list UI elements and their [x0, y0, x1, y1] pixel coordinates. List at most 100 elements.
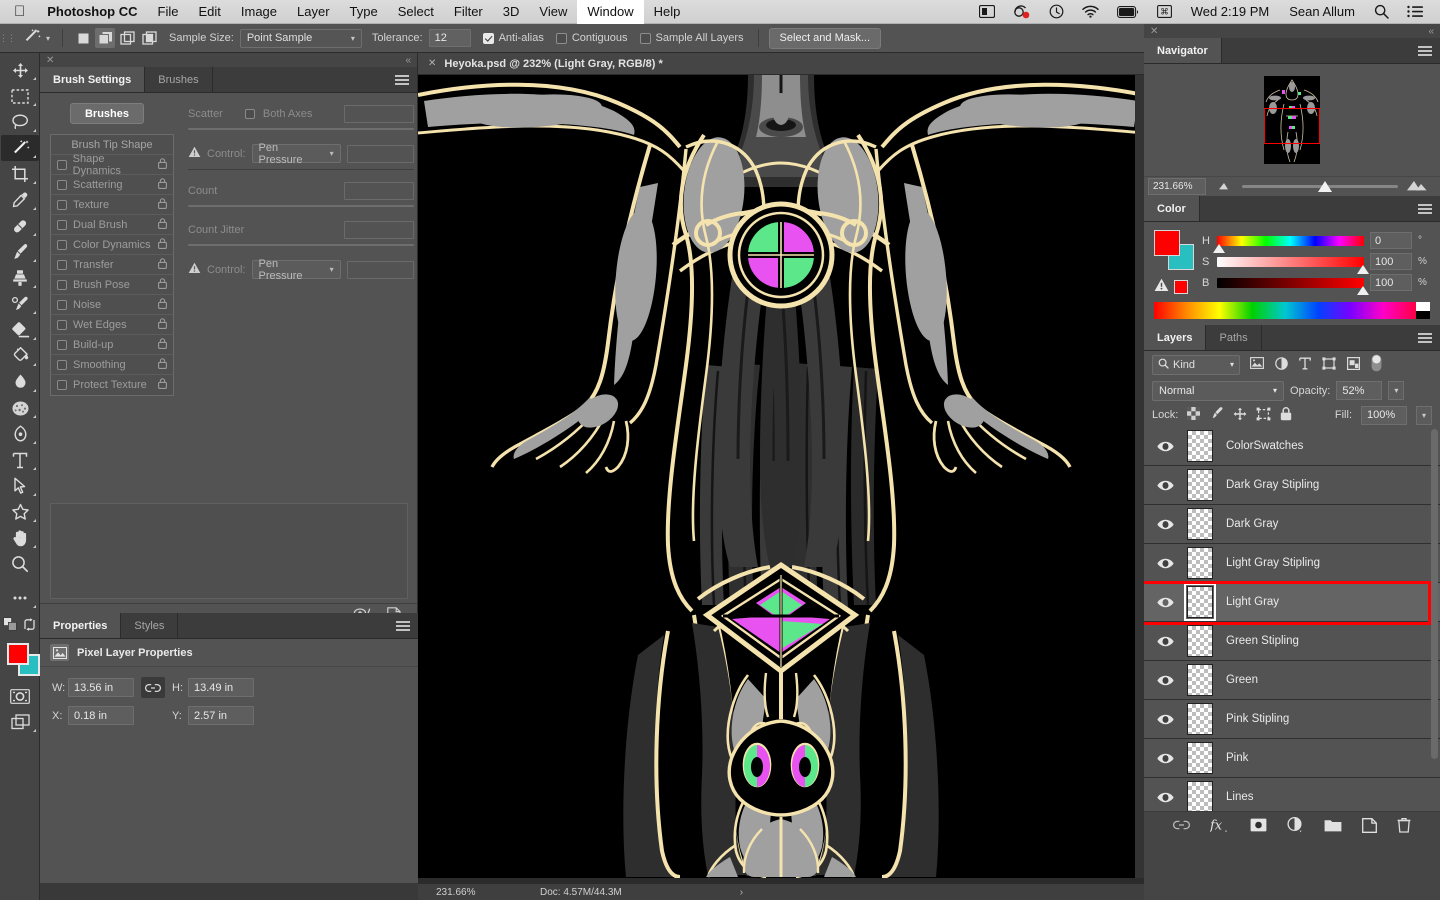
layer-row-colorswatches[interactable]: ColorSwatches: [1144, 427, 1440, 466]
checkbox-box[interactable]: [57, 259, 67, 270]
layer-visibility-toggle[interactable]: [1150, 675, 1180, 686]
checkbox-box[interactable]: [57, 380, 67, 390]
count-value-field[interactable]: [343, 182, 414, 200]
layer-visibility-toggle[interactable]: [1150, 714, 1180, 725]
layer-row-dark-gray[interactable]: Dark Gray: [1144, 505, 1440, 544]
layer-visibility-toggle[interactable]: [1150, 480, 1180, 491]
layer-row-light-gray-stipling[interactable]: Light Gray Stipling: [1144, 544, 1440, 583]
y-field[interactable]: 2.57 in: [188, 706, 254, 725]
eyedropper-tool[interactable]: [1, 187, 39, 213]
lock-icon[interactable]: [158, 317, 167, 332]
lock-artboard-icon[interactable]: [1256, 407, 1271, 424]
zoom-out-mountain-icon[interactable]: [1218, 181, 1234, 193]
tab-styles[interactable]: Styles: [121, 613, 179, 638]
zoom-slider-knob[interactable]: [1318, 181, 1333, 192]
brushes-button[interactable]: Brushes: [70, 103, 144, 124]
contiguous-checkbox[interactable]: Contiguous: [555, 32, 628, 44]
layer-row-green-stipling[interactable]: Green Stipling: [1144, 622, 1440, 661]
layer-thumbnail[interactable]: [1180, 547, 1220, 579]
count-jitter-slider[interactable]: [188, 244, 414, 246]
blur-tool[interactable]: [1, 369, 39, 395]
layer-visibility-toggle[interactable]: [1150, 792, 1180, 803]
hand-tool[interactable]: [1, 525, 39, 551]
brush-option-color-dynamics[interactable]: Color Dynamics: [51, 235, 173, 255]
wifi-icon[interactable]: [1073, 5, 1108, 18]
collapse-icon[interactable]: «: [1428, 26, 1434, 37]
menu-item-file[interactable]: File: [148, 4, 189, 19]
menu-item-window[interactable]: Window: [577, 0, 644, 24]
quick-mask-icon[interactable]: [1, 683, 39, 709]
pen-tool[interactable]: [1, 421, 39, 447]
lock-image-icon[interactable]: [1209, 406, 1224, 424]
zoom-in-mountain-icon[interactable]: [1406, 179, 1428, 194]
checkbox-box[interactable]: [57, 339, 67, 350]
subtract-from-selection-icon[interactable]: [117, 28, 137, 48]
paint-bucket-tool[interactable]: [1, 343, 39, 369]
width-field[interactable]: 13.56 in: [68, 678, 134, 697]
menubar-user-name[interactable]: Sean Allum: [1279, 4, 1365, 19]
layer-thumbnail[interactable]: [1180, 430, 1220, 462]
checkbox-box[interactable]: [57, 279, 67, 290]
type-tool[interactable]: [1, 447, 39, 473]
brush-option-smoothing[interactable]: Smoothing: [51, 355, 173, 375]
foreground-color-swatch[interactable]: [7, 643, 29, 665]
hue-slider-track[interactable]: [1213, 235, 1364, 253]
lock-icon[interactable]: [158, 357, 167, 372]
blend-mode-select[interactable]: Normal ▾: [1152, 380, 1284, 401]
scatter-value-field[interactable]: [343, 105, 414, 123]
layer-row-pink[interactable]: Pink: [1144, 739, 1440, 778]
intersect-selection-icon[interactable]: [139, 28, 159, 48]
lock-icon[interactable]: [158, 157, 167, 172]
eraser-tool[interactable]: [1, 317, 39, 343]
brightness-slider-track[interactable]: [1217, 277, 1369, 295]
control2-value-field[interactable]: [346, 260, 414, 279]
new-selection-icon[interactable]: [73, 28, 93, 48]
checkbox-box[interactable]: [57, 199, 67, 210]
lock-icon[interactable]: [158, 277, 167, 292]
brush-option-brush-pose[interactable]: Brush Pose: [51, 275, 173, 295]
lasso-tool[interactable]: [1, 109, 39, 135]
control2-select[interactable]: Pen Pressure ▾: [251, 258, 341, 282]
brush-option-shape-dynamics[interactable]: Shape Dynamics: [51, 153, 173, 177]
tab-brush-settings[interactable]: Brush Settings: [40, 67, 146, 92]
control-value-field[interactable]: [346, 144, 414, 163]
menubar-clock[interactable]: Wed 2:19 PM: [1181, 4, 1280, 19]
sponge-tool[interactable]: [1, 395, 39, 421]
custom-shape-tool[interactable]: [1, 499, 39, 525]
layer-thumbnail[interactable]: [1180, 781, 1220, 811]
screen-mirroring-icon[interactable]: [970, 5, 1004, 18]
scatter-slider[interactable]: [188, 128, 414, 130]
menu-item-filter[interactable]: Filter: [444, 4, 493, 19]
select-and-mask-button[interactable]: Select and Mask...: [768, 27, 882, 49]
canvas-vertical-scrollbar[interactable]: [1135, 75, 1144, 878]
record-icon[interactable]: [1004, 4, 1040, 19]
brightness-slider-knob[interactable]: [1357, 285, 1369, 295]
x-field[interactable]: 0.18 in: [68, 706, 134, 725]
panel-menu-icon[interactable]: [1418, 196, 1440, 221]
sample-size-select[interactable]: Point Sample ▾: [239, 28, 362, 48]
brush-option-noise[interactable]: Noise: [51, 295, 173, 315]
delete-layer-icon[interactable]: [1397, 817, 1411, 836]
brush-option-wet-edges[interactable]: Wet Edges: [51, 315, 173, 335]
menu-item-select[interactable]: Select: [388, 4, 444, 19]
brush-option-build-up[interactable]: Build-up: [51, 335, 173, 355]
layer-styles-fx-icon[interactable]: fx: [1209, 817, 1230, 836]
navigator-zoom-field[interactable]: 231.66%: [1148, 178, 1206, 195]
layer-visibility-toggle[interactable]: [1150, 558, 1180, 569]
both-axes-checkbox[interactable]: [244, 109, 255, 119]
new-group-icon[interactable]: [1324, 818, 1342, 835]
layer-thumbnail[interactable]: [1180, 625, 1220, 657]
lock-transparency-icon[interactable]: [1187, 407, 1201, 423]
zoom-tool[interactable]: [1, 551, 39, 577]
menu-item-view[interactable]: View: [529, 4, 577, 19]
new-adjustment-layer-icon[interactable]: [1287, 816, 1304, 836]
options-bar-grip[interactable]: ⋮⋮: [0, 24, 16, 52]
checkbox-box[interactable]: [57, 179, 67, 190]
tab-layers[interactable]: Layers: [1144, 325, 1207, 350]
lock-icon[interactable]: [158, 197, 167, 212]
add-layer-mask-icon[interactable]: [1250, 818, 1267, 835]
close-icon[interactable]: ✕: [46, 55, 54, 66]
saturation-slider-track[interactable]: [1217, 256, 1369, 274]
tolerance-input[interactable]: 12: [428, 29, 471, 47]
opacity-value[interactable]: 52%: [1336, 381, 1383, 400]
